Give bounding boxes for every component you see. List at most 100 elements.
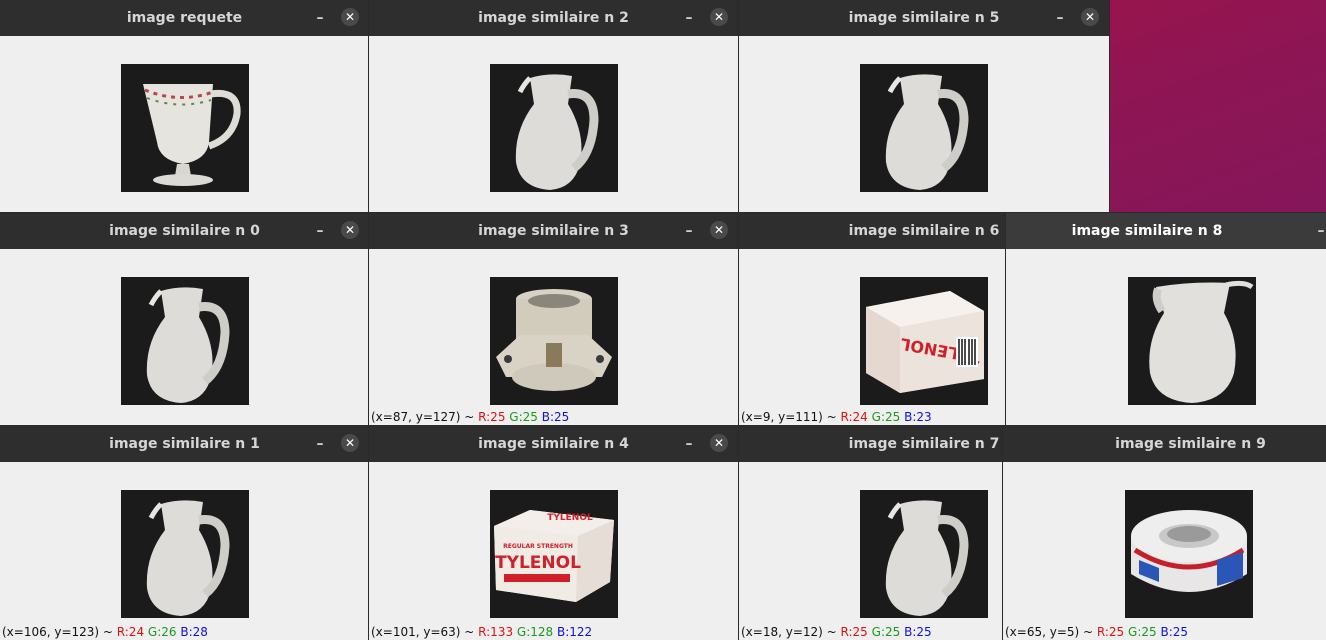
window-image-similaire-n1[interactable]: image similaire n 1 – ✕ (x=106, y=123) ~…	[0, 426, 369, 640]
tylenol-box-image: TYLENOL	[860, 277, 988, 405]
titlebar[interactable]: image similaire n 8 –	[1006, 213, 1326, 249]
pitcher-image	[860, 64, 988, 192]
pixel-coords: (x=65, y=5) ~	[1005, 625, 1097, 639]
close-button[interactable]: ✕	[710, 434, 728, 452]
tylenol-box-image: REGULAR STRENGTH TYLENOL TYLENOL	[489, 490, 618, 618]
titlebar[interactable]: image similaire n 4 – ✕	[369, 426, 738, 462]
pitcher-image	[489, 64, 618, 192]
pixel-blue: B:25	[904, 625, 932, 639]
titlebar[interactable]: image similaire n 7	[739, 426, 1003, 462]
window-title: image similaire n 7	[848, 436, 1000, 452]
pixel-red: R:25	[478, 410, 506, 424]
pixel-green: G:128	[516, 625, 554, 639]
window-content	[0, 36, 369, 212]
close-button[interactable]: ✕	[710, 8, 728, 26]
titlebar[interactable]: image similaire n 1 – ✕	[0, 426, 369, 462]
minimize-button[interactable]: –	[315, 224, 325, 238]
window-image-similaire-n2[interactable]: image similaire n 2 – ✕	[369, 0, 738, 212]
pixel-info-status: (x=101, y=63) ~ R:133 G:128 B:122	[371, 625, 592, 639]
svg-text:TYLENOL: TYLENOL	[547, 513, 593, 523]
pixel-info-status: (x=65, y=5) ~ R:25 G:25 B:25	[1005, 625, 1188, 639]
window-title: image similaire n 5	[848, 10, 1000, 26]
minimize-button[interactable]: –	[315, 11, 325, 25]
pixel-green: G:26	[147, 625, 177, 639]
window-image-similaire-n0[interactable]: image similaire n 0 – ✕	[0, 213, 369, 425]
minimize-button[interactable]: –	[1316, 224, 1326, 238]
close-button[interactable]: ✕	[710, 221, 728, 239]
pixel-blue: B:122	[557, 625, 593, 639]
pixel-info-status: (x=9, y=111) ~ R:24 G:25 B:23	[741, 410, 932, 424]
window-image-similaire-n7[interactable]: image similaire n 7 (x=18, y=12) ~ R:25 …	[739, 426, 1003, 640]
svg-text:REGULAR STRENGTH: REGULAR STRENGTH	[503, 543, 573, 550]
pitcher-image	[120, 277, 249, 405]
window-content: (x=106, y=123) ~ R:24 G:26 B:28	[0, 462, 369, 640]
pitcher-image	[120, 490, 249, 618]
window-image-requete[interactable]: image requete – ✕	[0, 0, 369, 212]
window-title: image similaire n 8	[1071, 223, 1223, 239]
window-title: image similaire n 1	[109, 436, 260, 452]
pixel-coords: (x=9, y=111) ~	[741, 410, 841, 424]
window-image-similaire-n5[interactable]: image similaire n 5 – ✕	[739, 0, 1109, 212]
window-title: image similaire n 6	[848, 223, 1000, 239]
window-image-similaire-n9[interactable]: image similaire n 9 (x=65, y=5) ~ R:25 G…	[1003, 426, 1326, 640]
pixel-blue: B:25	[1160, 625, 1189, 639]
window-content	[1006, 249, 1326, 425]
close-button[interactable]: ✕	[341, 221, 359, 239]
window-image-similaire-n4[interactable]: image similaire n 4 – ✕ REGULAR STRENGTH…	[369, 426, 738, 640]
tape-roll-image	[1125, 490, 1253, 618]
close-button[interactable]: ✕	[341, 434, 359, 452]
window-content: REGULAR STRENGTH TYLENOL TYLENOL (x=101,…	[369, 462, 738, 640]
pixel-red: R:24	[116, 625, 145, 639]
minimize-button[interactable]: –	[315, 437, 325, 451]
close-button[interactable]: ✕	[341, 8, 359, 26]
window-image-similaire-n3[interactable]: image similaire n 3 – ✕ (x=87, y=127) ~ …	[369, 213, 738, 425]
window-title: image similaire n 4	[478, 436, 629, 452]
minimize-button[interactable]: –	[684, 11, 694, 25]
pixel-blue: B:23	[904, 410, 932, 424]
pixel-coords: (x=87, y=127) ~	[371, 410, 479, 424]
minimize-button[interactable]: –	[684, 437, 694, 451]
pitcher-image	[860, 490, 988, 618]
window-title: image similaire n 3	[478, 223, 629, 239]
pixel-info-status: (x=106, y=123) ~ R:24 G:26 B:28	[2, 625, 208, 639]
pixel-blue: B:25	[541, 410, 570, 424]
pitcher-image	[1128, 277, 1256, 405]
pixel-blue: B:28	[180, 625, 208, 639]
close-button[interactable]: ✕	[1081, 8, 1099, 26]
titlebar[interactable]: image requete – ✕	[0, 0, 369, 36]
titlebar[interactable]: image similaire n 5 – ✕	[739, 0, 1109, 36]
pixel-info-status: (x=87, y=127) ~ R:25 G:25 B:25	[371, 410, 569, 424]
pixel-green: G:25	[509, 410, 538, 424]
pixel-coords: (x=18, y=12) ~	[741, 625, 841, 639]
titlebar[interactable]: image similaire n 3 – ✕	[369, 213, 738, 249]
window-title: image similaire n 2	[478, 10, 629, 26]
pixel-green: G:25	[871, 410, 901, 424]
titlebar[interactable]: image similaire n 9	[1003, 426, 1326, 462]
window-title: image requete	[126, 10, 243, 26]
window-content: (x=65, y=5) ~ R:25 G:25 B:25	[1003, 462, 1326, 640]
window-title: image similaire n 9	[1115, 436, 1266, 452]
pixel-green: G:25	[871, 625, 901, 639]
window-content: (x=18, y=12) ~ R:25 G:25 B:25	[739, 462, 1003, 640]
titlebar[interactable]: image similaire n 0 – ✕	[0, 213, 369, 249]
svg-text:TYLENOL: TYLENOL	[495, 553, 581, 573]
window-title: image similaire n 0	[109, 223, 260, 239]
pixel-red: R:24	[840, 410, 868, 424]
pixel-coords: (x=101, y=63) ~	[371, 625, 479, 639]
minimize-button[interactable]: –	[1055, 11, 1065, 25]
mug-image	[120, 64, 249, 192]
titlebar[interactable]: image similaire n 2 – ✕	[369, 0, 738, 36]
window-image-similaire-n8[interactable]: image similaire n 8 –	[1006, 213, 1326, 425]
window-content	[369, 36, 738, 212]
window-content: (x=87, y=127) ~ R:25 G:25 B:25	[369, 249, 738, 425]
minimize-button[interactable]: –	[684, 224, 694, 238]
pixel-red: R:25	[840, 625, 868, 639]
pixel-red: R:133	[478, 625, 514, 639]
window-content	[739, 36, 1109, 212]
pixel-coords: (x=106, y=123) ~	[2, 625, 117, 639]
pixel-red: R:25	[1096, 625, 1125, 639]
lamp-socket-image	[489, 277, 618, 405]
pixel-info-status: (x=18, y=12) ~ R:25 G:25 B:25	[741, 625, 932, 639]
pixel-green: G:25	[1128, 625, 1157, 639]
window-content	[0, 249, 369, 425]
